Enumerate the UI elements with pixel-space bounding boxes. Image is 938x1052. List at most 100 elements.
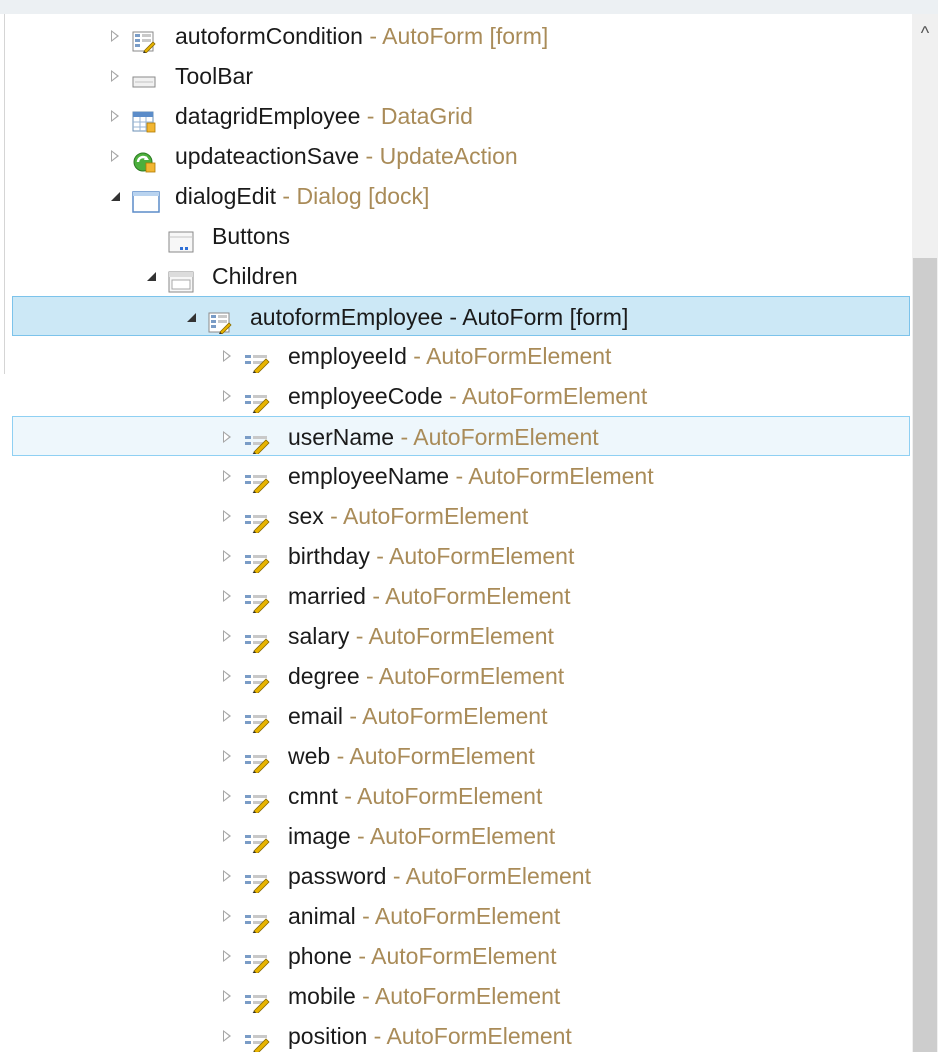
tree-node-label: autoformCondition - AutoForm [form] xyxy=(175,16,548,56)
collapsed-arrow-icon[interactable] xyxy=(220,656,234,696)
tree-node-updateactionSave[interactable]: updateactionSave - UpdateAction xyxy=(0,136,910,176)
node-type: - AutoFormElement xyxy=(394,424,599,450)
tree-node-dialogEdit[interactable]: dialogEdit - Dialog [dock] xyxy=(0,176,910,216)
collapsed-arrow-icon[interactable] xyxy=(220,536,234,576)
node-name: web xyxy=(288,743,331,769)
tree-node-animal[interactable]: animal - AutoFormElement xyxy=(0,896,910,936)
tree-node-datagridEmployee[interactable]: datagridEmployee - DataGrid xyxy=(0,96,910,136)
node-name: mobile xyxy=(288,983,356,1009)
collapsed-arrow-icon[interactable] xyxy=(220,417,234,457)
collapsed-arrow-icon[interactable] xyxy=(220,856,234,896)
formelement-icon xyxy=(244,625,270,655)
expanded-arrow-icon[interactable] xyxy=(184,297,198,337)
tree-node-Buttons[interactable]: Buttons xyxy=(0,216,910,256)
collapsed-arrow-icon[interactable] xyxy=(220,696,234,736)
node-type: - Dialog [dock] xyxy=(276,183,430,209)
tree-node-label: email - AutoFormElement xyxy=(288,696,548,736)
collapsed-arrow-icon[interactable] xyxy=(220,936,234,976)
tree-node-label: datagridEmployee - DataGrid xyxy=(175,96,473,136)
collapsed-arrow-icon[interactable] xyxy=(220,776,234,816)
collapsed-arrow-icon[interactable] xyxy=(220,576,234,616)
outline-tree[interactable]: autoformCondition - AutoForm [form] ToolB… xyxy=(0,16,910,1052)
tree-node-degree[interactable]: degree - AutoFormElement xyxy=(0,656,910,696)
tree-node-password[interactable]: password - AutoFormElement xyxy=(0,856,910,896)
tree-node-salary[interactable]: salary - AutoFormElement xyxy=(0,616,910,656)
buttons-icon xyxy=(168,225,194,253)
formelement-icon xyxy=(244,585,270,615)
tree-node-sex[interactable]: sex - AutoFormElement xyxy=(0,496,910,536)
scroll-up-arrow-icon[interactable]: ^ xyxy=(912,18,938,48)
formelement-icon xyxy=(244,785,270,815)
datagrid-icon xyxy=(132,105,156,133)
collapsed-arrow-icon[interactable] xyxy=(108,16,122,56)
collapsed-arrow-icon[interactable] xyxy=(108,136,122,176)
node-type: - AutoForm [form] xyxy=(443,304,629,330)
tree-node-Children[interactable]: Children xyxy=(0,256,910,296)
formelement-icon xyxy=(244,505,270,535)
tree-node-employeeName[interactable]: employeeName - AutoFormElement xyxy=(0,456,910,496)
tree-node-label: married - AutoFormElement xyxy=(288,576,571,616)
collapsed-arrow-icon[interactable] xyxy=(220,336,234,376)
tree-node-image[interactable]: image - AutoFormElement xyxy=(0,816,910,856)
formelement-icon xyxy=(244,385,270,415)
node-type: - AutoFormElement xyxy=(351,943,557,969)
tree-node-userName[interactable]: userName - AutoFormElement xyxy=(12,416,910,456)
collapsed-arrow-icon[interactable] xyxy=(220,456,234,496)
tree-node-label: image - AutoFormElement xyxy=(288,816,555,856)
tree-node-autoformEmployee[interactable]: autoformEmployee - AutoForm [form] xyxy=(12,296,910,336)
tree-node-married[interactable]: married - AutoFormElement xyxy=(0,576,910,616)
panel-top-bar xyxy=(0,0,938,14)
collapsed-arrow-icon[interactable] xyxy=(108,56,122,96)
tree-node-label: ToolBar xyxy=(175,56,253,96)
formelement-icon xyxy=(244,345,270,375)
node-type: - AutoFormElement xyxy=(367,1023,572,1049)
node-type: - AutoForm [form] xyxy=(362,23,549,49)
collapsed-arrow-icon[interactable] xyxy=(220,896,234,936)
tree-node-autoformCondition[interactable]: autoformCondition - AutoForm [form] xyxy=(0,16,910,56)
tree-node-cmnt[interactable]: cmnt - AutoFormElement xyxy=(0,776,910,816)
tree-node-ToolBar[interactable]: ToolBar xyxy=(0,56,910,96)
node-name: autoformCondition xyxy=(175,23,363,49)
tree-node-label: position - AutoFormElement xyxy=(288,1016,572,1052)
node-name: password xyxy=(288,863,387,889)
scrollbar-thumb[interactable] xyxy=(913,258,937,1052)
tree-node-phone[interactable]: phone - AutoFormElement xyxy=(0,936,910,976)
tree-node-label: salary - AutoFormElement xyxy=(288,616,554,656)
autoform-icon xyxy=(208,306,232,335)
tree-node-label: animal - AutoFormElement xyxy=(288,896,560,936)
node-type: - AutoFormElement xyxy=(449,463,654,489)
node-name: animal xyxy=(288,903,356,929)
formelement-icon xyxy=(244,545,270,575)
tree-node-birthday[interactable]: birthday - AutoFormElement xyxy=(0,536,910,576)
collapsed-arrow-icon[interactable] xyxy=(220,976,234,1016)
children-icon xyxy=(168,265,194,293)
tree-node-email[interactable]: email - AutoFormElement xyxy=(0,696,910,736)
expanded-arrow-icon[interactable] xyxy=(144,256,158,296)
formelement-icon xyxy=(244,865,270,895)
node-type: - AutoFormElement xyxy=(442,383,648,409)
collapsed-arrow-icon[interactable] xyxy=(220,736,234,776)
tree-node-web[interactable]: web - AutoFormElement xyxy=(0,736,910,776)
tree-node-employeeId[interactable]: employeeId - AutoFormElement xyxy=(0,336,910,376)
collapsed-arrow-icon[interactable] xyxy=(220,496,234,536)
collapsed-arrow-icon[interactable] xyxy=(220,816,234,856)
expanded-arrow-icon[interactable] xyxy=(108,176,122,216)
tree-node-label: mobile - AutoFormElement xyxy=(288,976,560,1016)
node-name: employeeName xyxy=(288,463,450,489)
tree-node-position[interactable]: position - AutoFormElement xyxy=(0,1016,910,1052)
node-name: ToolBar xyxy=(175,63,253,89)
collapsed-arrow-icon[interactable] xyxy=(220,1016,234,1052)
node-name: email xyxy=(288,703,343,729)
node-name: position xyxy=(288,1023,368,1049)
tree-node-mobile[interactable]: mobile - AutoFormElement xyxy=(0,976,910,1016)
node-name: married xyxy=(288,583,366,609)
node-type: - AutoFormElement xyxy=(365,583,571,609)
node-name: datagridEmployee xyxy=(175,103,361,129)
collapsed-arrow-icon[interactable] xyxy=(220,616,234,656)
formelement-icon xyxy=(244,825,270,855)
collapsed-arrow-icon[interactable] xyxy=(108,96,122,136)
formelement-icon xyxy=(244,945,270,975)
tree-node-label: updateactionSave - UpdateAction xyxy=(175,136,518,176)
tree-node-employeeCode[interactable]: employeeCode - AutoFormElement xyxy=(0,376,910,416)
collapsed-arrow-icon[interactable] xyxy=(220,376,234,416)
